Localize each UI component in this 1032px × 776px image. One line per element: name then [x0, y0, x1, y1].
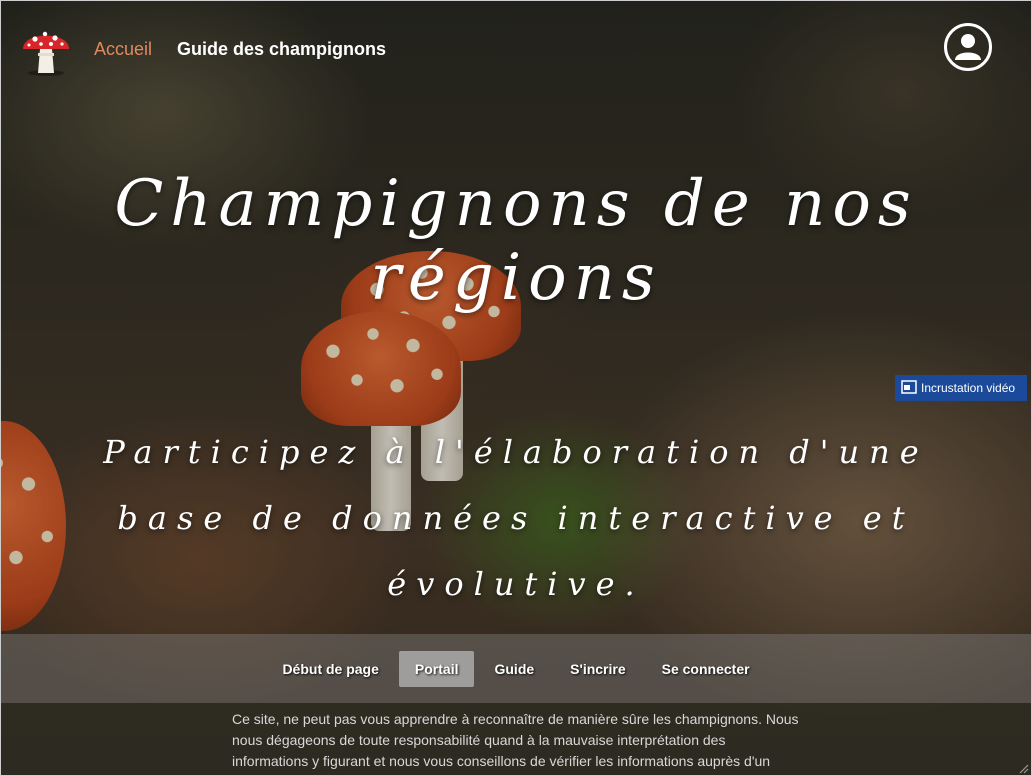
user-account-icon[interactable] — [944, 23, 992, 71]
disclaimer-text: Ce site, ne peut pas vous apprendre à re… — [232, 711, 799, 769]
top-navigation: Accueil Guide des champignons — [1, 1, 1031, 97]
hero-subtitle: Participez à l'élaboration d'une base de… — [103, 433, 929, 603]
hero-title: Champignons de nos régions — [114, 167, 918, 315]
bottom-nav-login[interactable]: Se connecter — [646, 651, 766, 687]
bottom-nav-guide[interactable]: Guide — [478, 651, 550, 687]
nav-link-home[interactable]: Accueil — [94, 39, 152, 60]
browser-viewport: Accueil Guide des champignons Champignon… — [0, 0, 1032, 776]
bottom-nav-top-of-page[interactable]: Début de page — [266, 651, 394, 687]
picture-in-picture-label: Incrustation vidéo — [921, 381, 1016, 395]
fly-agaric-mushroom-icon[interactable] — [21, 23, 71, 77]
bottom-navigation: Début de page Portail Guide S'incrire Se… — [1, 634, 1031, 703]
disclaimer-panel: Ce site, ne peut pas vous apprendre à re… — [1, 703, 1031, 775]
bottom-nav-register[interactable]: S'incrire — [554, 651, 641, 687]
bottom-nav-portal[interactable]: Portail — [398, 650, 475, 687]
picture-in-picture-icon — [901, 379, 917, 397]
nav-link-guide[interactable]: Guide des champignons — [177, 39, 386, 60]
picture-in-picture-button[interactable]: Incrustation vidéo — [895, 375, 1027, 401]
resize-grip-icon[interactable] — [1017, 761, 1029, 774]
